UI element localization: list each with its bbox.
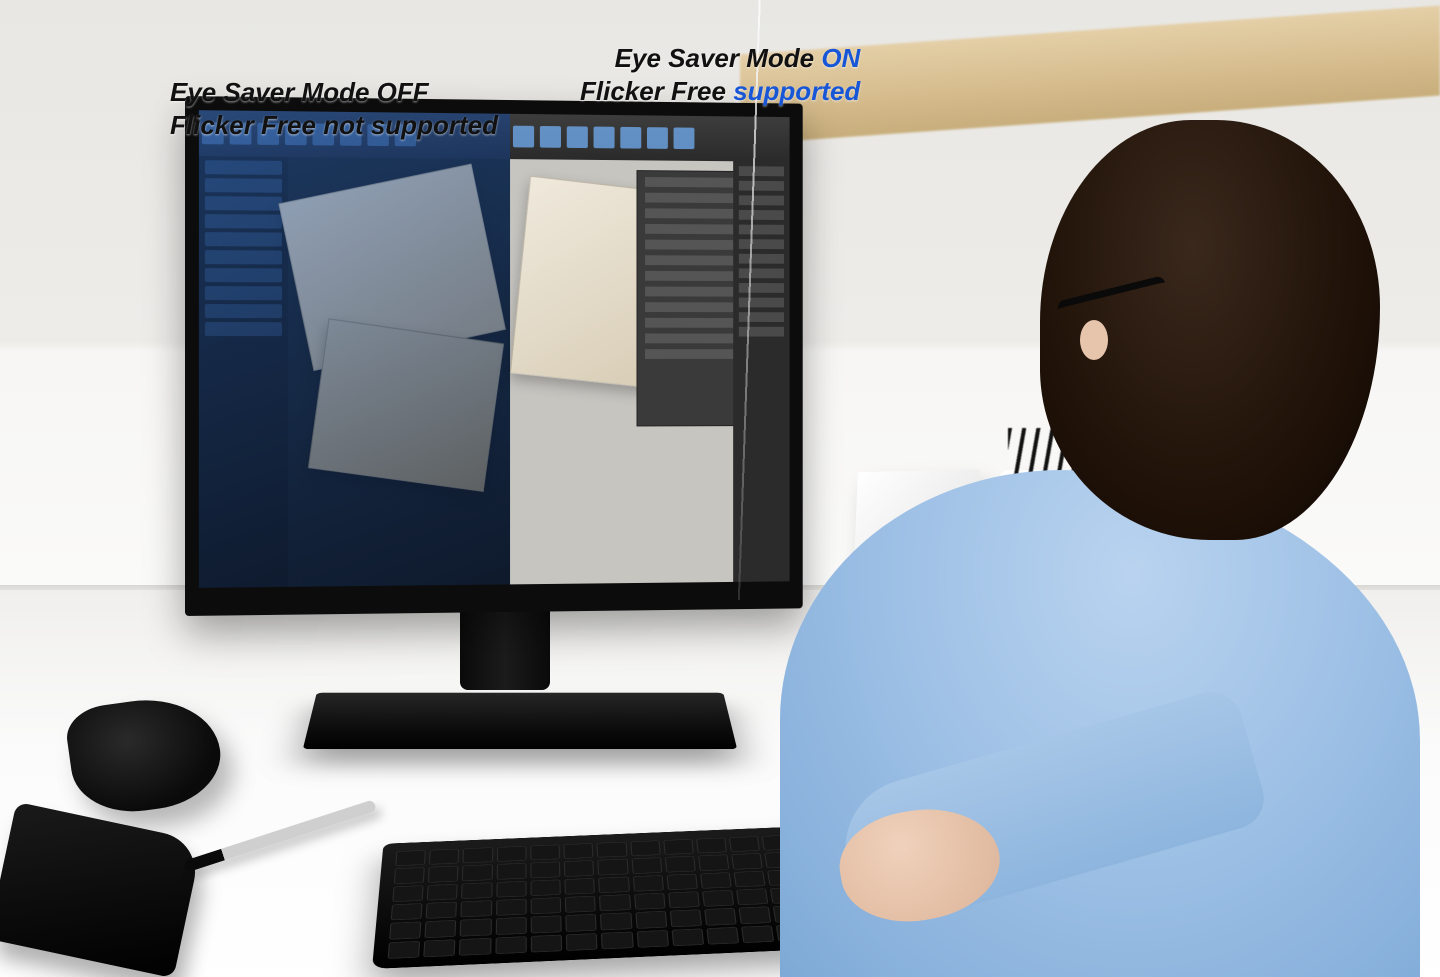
person xyxy=(780,120,1400,977)
caption-right: Eye Saver Mode ON Flicker Free supported xyxy=(580,42,860,107)
floorplan-render-a xyxy=(278,164,505,371)
caption-left-line1: Eye Saver Mode OFF xyxy=(170,76,498,109)
caption-right-line1: Eye Saver Mode ON xyxy=(580,42,860,75)
caption-left: Eye Saver Mode OFF Flicker Free not supp… xyxy=(170,76,498,141)
screen-left-half-eyesaver-off xyxy=(199,110,510,588)
person-ear xyxy=(1080,320,1108,360)
caption-left-line2: Flicker Free not supported xyxy=(170,109,498,142)
floorplan-render-b xyxy=(308,318,504,492)
monitor-stand-base xyxy=(303,693,737,749)
cad-scene-tree-panel xyxy=(199,156,288,588)
cad-ribbon-right xyxy=(510,114,789,162)
monitor-stand-neck xyxy=(460,600,550,690)
caption-right-line2: Flicker Free supported xyxy=(580,75,860,108)
monitor: SAMSUNG xyxy=(185,96,803,616)
monitor-screen xyxy=(199,110,790,588)
product-photo-scene: SAMSUNG xyxy=(0,0,1440,977)
